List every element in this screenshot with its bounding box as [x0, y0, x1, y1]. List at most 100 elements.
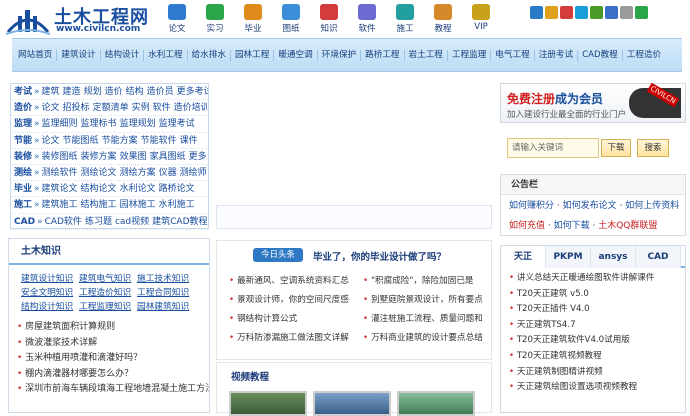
category-link[interactable]: 更多 — [189, 152, 207, 162]
software-item[interactable]: 天正建筑TS4.7 — [509, 318, 685, 334]
category-link[interactable]: 效果图 — [120, 152, 147, 162]
category-link[interactable]: 监理细则 — [42, 119, 78, 129]
category-link[interactable]: 招投标 — [63, 103, 90, 113]
category-name[interactable]: 测绘 — [14, 168, 32, 178]
notice-link[interactable]: 如何下载 — [554, 221, 590, 231]
category-link[interactable]: 更多考试 — [177, 87, 208, 97]
article-item[interactable]: 房屋建筑面积计算规则 — [17, 320, 209, 336]
top-nav-item[interactable]: 教程 — [424, 0, 462, 38]
nav-item[interactable]: 暖通空调 — [274, 49, 318, 61]
search-button[interactable]: 搜索 — [637, 139, 669, 157]
category-link[interactable]: 节能图纸 — [63, 136, 99, 146]
site-logo[interactable]: 土木工程网 www.civilcn.com — [6, 2, 156, 36]
social-share-icon[interactable] — [560, 6, 573, 19]
category-link[interactable]: 监理规划 — [120, 119, 156, 129]
nav-item[interactable]: 岩土工程 — [405, 49, 448, 61]
top-nav-item[interactable]: 实习 — [196, 0, 234, 38]
notice-link[interactable]: 如何赚积分 — [509, 201, 554, 211]
category-link[interactable]: 课件 — [180, 136, 198, 146]
top-nav-item[interactable]: 图纸 — [272, 0, 310, 38]
video-thumbnail[interactable] — [313, 391, 391, 416]
category-link[interactable]: 测绘师 — [180, 168, 207, 178]
news-item[interactable]: • 最新通风、空调系统资料汇总 — [229, 274, 349, 286]
category-link[interactable]: 路桥论文 — [159, 184, 195, 194]
software-item[interactable]: 讲义总结天正暖通绘图软件讲解课件 — [509, 271, 685, 287]
article-item[interactable]: 玉米种植用喷灌和滴灌好吗？ — [17, 351, 209, 367]
category-link[interactable]: 定额清单 — [93, 103, 129, 113]
category-name[interactable]: 造价 — [14, 103, 32, 113]
category-link[interactable]: 装修方案 — [81, 152, 117, 162]
knowledge-link[interactable]: 施工技术知识 — [137, 274, 197, 285]
notice-link[interactable]: 如何上传资料 — [625, 201, 679, 211]
software-tab[interactable]: CAD — [636, 246, 681, 268]
category-link[interactable]: 建筑施工 — [42, 200, 78, 210]
software-tab[interactable]: ansys — [591, 246, 636, 268]
category-link[interactable]: cad视频 — [115, 217, 149, 227]
nav-item[interactable]: 路桥工程 — [361, 49, 405, 61]
search-input[interactable]: 请输入关键词 — [507, 138, 599, 158]
social-share-icon[interactable] — [590, 6, 603, 19]
category-link[interactable]: CAD软件 — [45, 217, 82, 227]
knowledge-link[interactable]: 安全文明知识 — [21, 288, 79, 299]
nav-item[interactable]: 结构设计 — [101, 49, 145, 61]
social-share-icon[interactable] — [530, 6, 543, 19]
category-link[interactable]: 实例 — [132, 103, 150, 113]
category-link[interactable]: 造价培训 — [174, 103, 208, 113]
social-share-icon[interactable] — [635, 6, 648, 19]
category-link[interactable]: 水利施工 — [159, 200, 195, 210]
category-name[interactable]: 施工 — [14, 200, 32, 210]
category-link[interactable]: 练习题 — [85, 217, 112, 227]
nav-item[interactable]: 网站首页 — [14, 49, 58, 61]
category-link[interactable]: 论文 — [42, 103, 60, 113]
news-item[interactable]: • 灌注桩施工流程、质量问题和 — [363, 312, 483, 324]
news-item[interactable]: • "积腐成险"，除险加固已是 — [363, 274, 474, 286]
nav-item[interactable]: 工程监理 — [448, 49, 492, 61]
nav-item[interactable]: 工程造价 — [623, 50, 665, 61]
category-link[interactable]: 造价员 — [147, 87, 174, 97]
software-item[interactable]: T20天正建筑 v5.0 — [509, 287, 685, 303]
category-link[interactable]: 监理考试 — [159, 119, 195, 129]
top-nav-item[interactable]: 软件 — [348, 0, 386, 38]
top-nav-item[interactable]: 毕业 — [234, 0, 272, 38]
nav-item[interactable]: 注册考试 — [535, 49, 579, 61]
video-thumbnail[interactable] — [229, 391, 307, 416]
news-item[interactable]: • 景观设计师，你的空间尺度感 — [229, 293, 349, 305]
register-ad[interactable]: 免费注册成为会员 加入建设行业最全面的行业门户 CIVILCN — [500, 82, 686, 123]
category-link[interactable]: 家具图纸 — [150, 152, 186, 162]
category-link[interactable]: 软件 — [153, 103, 171, 113]
social-share-icon[interactable] — [545, 6, 558, 19]
social-share-icon[interactable] — [620, 6, 633, 19]
category-link[interactable]: 建筑论文 — [42, 184, 78, 194]
category-link[interactable]: 建筑 — [42, 87, 60, 97]
knowledge-link[interactable]: 结构设计知识 — [21, 302, 79, 313]
notice-link[interactable]: 如何发布论文 — [563, 201, 617, 211]
social-share-icon[interactable] — [605, 6, 618, 19]
category-name[interactable]: CAD — [14, 217, 35, 227]
category-link[interactable]: 装修图纸 — [42, 152, 78, 162]
nav-item[interactable]: 园林工程 — [231, 49, 275, 61]
category-name[interactable]: 装修 — [14, 152, 32, 162]
knowledge-link[interactable]: 工程造价知识 — [79, 288, 137, 299]
download-button[interactable]: 下载 — [601, 139, 631, 157]
knowledge-link[interactable]: 建筑设计知识 — [21, 274, 79, 285]
category-link[interactable]: 造价 — [105, 87, 123, 97]
category-name[interactable]: 考试 — [14, 87, 32, 97]
category-link[interactable]: 结构 — [126, 87, 144, 97]
knowledge-link[interactable]: 园林建筑知识 — [137, 302, 197, 313]
top-nav-item[interactable]: 知识 — [310, 0, 348, 38]
category-link[interactable]: 结构论文 — [81, 184, 117, 194]
knowledge-link[interactable]: 建筑电气知识 — [79, 274, 137, 285]
nav-item[interactable]: 水利工程 — [144, 49, 188, 61]
nav-item[interactable]: 给水排水 — [188, 49, 231, 61]
category-link[interactable]: 仪器 — [159, 168, 177, 178]
software-item[interactable]: T20天正建筑视频教程 — [509, 349, 685, 365]
news-item[interactable]: • 别墅庭院景观设计，所有要点 — [363, 293, 483, 305]
top-nav-item[interactable]: 论文 — [158, 0, 196, 38]
category-link[interactable]: 节能软件 — [141, 136, 177, 146]
category-link[interactable]: 节能方案 — [102, 136, 138, 146]
today-headline[interactable]: 毕业了，你的毕业设计做了吗？ — [313, 249, 446, 263]
software-item[interactable]: T20天正插件 V4.0 — [509, 302, 685, 318]
category-link[interactable]: 测绘方案 — [120, 168, 156, 178]
article-item[interactable]: 深圳市前海车辆段填海工程地墙混凝土施工方法比选 — [17, 382, 209, 398]
category-link[interactable]: 规划 — [84, 87, 102, 97]
